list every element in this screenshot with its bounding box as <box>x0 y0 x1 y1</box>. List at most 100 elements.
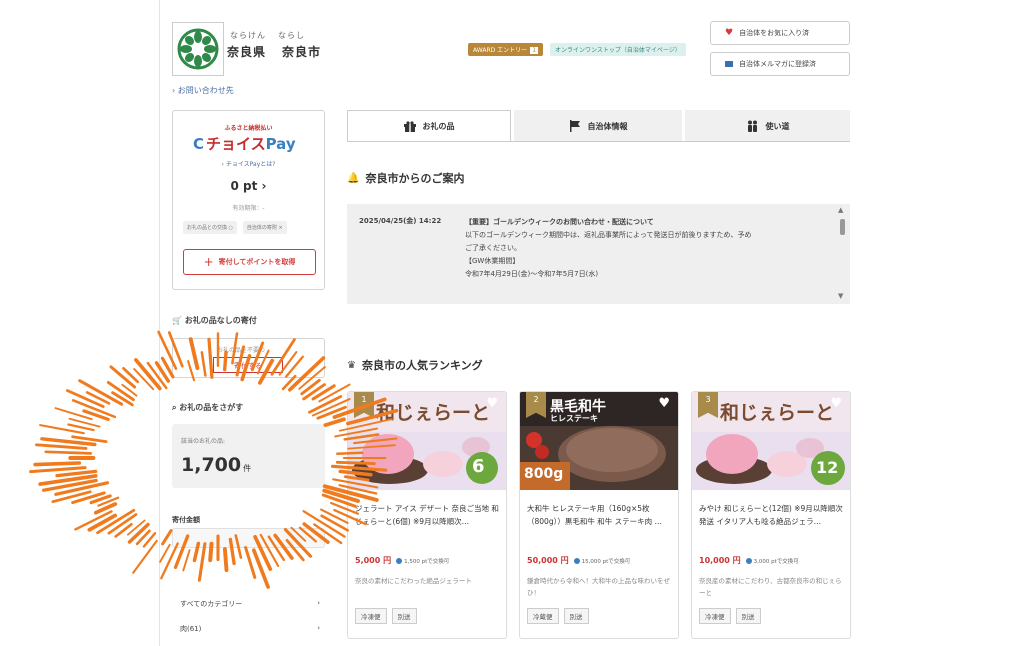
category-row-meat[interactable]: 肉(61) › <box>180 624 320 634</box>
ranking-product-card[interactable]: 黒毛和牛 ヒレステーキ 800g 2 ♥ 大和牛 ヒレステーキ用（160g×5枚… <box>519 391 679 639</box>
burst-ray <box>71 435 108 444</box>
contact-link-label: お問い合わせ先 <box>177 86 234 95</box>
points-exchange: 1,500 ptで交換可 <box>396 557 449 565</box>
category-label: 肉(61) <box>180 625 202 633</box>
product-image[interactable]: 和じぇらーと 12 3 ♥ <box>692 392 850 490</box>
burst-ray <box>146 361 168 390</box>
price-value: 5,000 円 <box>355 556 392 565</box>
points-balance[interactable]: 0 pt › <box>173 179 324 193</box>
product-price: 10,000 円 3,000 ptで交換可 <box>699 555 799 566</box>
city-name: 奈良市 <box>282 45 322 59</box>
city-ruby: ならし <box>278 31 305 40</box>
burst-ray <box>38 474 98 486</box>
choice-pay-card: ふるさと納税払い C チョイスPay › チョイスPayとは? 0 pt › 有効… <box>172 110 325 290</box>
notice-line: 以下のゴールデンウィーク期間中は、返礼品事業所によって発送日が前後りますため、予… <box>465 231 752 239</box>
shipping-tag: 別送 <box>391 608 417 624</box>
award-number: 1 <box>530 47 539 54</box>
shipping-tag: 別送 <box>563 608 589 624</box>
cart-icon: 🛒 <box>172 316 182 325</box>
search-icon: ⌕ <box>172 403 177 412</box>
burst-ray <box>132 539 158 574</box>
product-image[interactable]: 和じぇらーと 6 1 ♥ <box>348 392 506 490</box>
burst-ray <box>40 437 97 447</box>
tab-usage[interactable]: 使い道 <box>685 110 850 142</box>
price-value: 10,000 円 <box>699 556 741 565</box>
burst-ray <box>65 389 105 408</box>
newsletter-button[interactable]: 自治体メルマガに登録済 <box>710 52 850 76</box>
points-exchange-text: 3,000 ptで交換可 <box>753 558 799 565</box>
product-price: 50,000 円 15,000 ptで交換可 <box>527 555 630 566</box>
onestop-badge[interactable]: オンラインワンストップ（自治体マイページ） <box>550 43 686 56</box>
notice-title[interactable]: 【重要】ゴールデンウィークのお問い合わせ・配送について <box>465 216 835 229</box>
category-row-all[interactable]: すべてのカテゴリー › <box>180 599 320 609</box>
ranking-heading: ♛ 奈良市の人気ランキング <box>347 357 483 373</box>
pay-logo-pay: Pay <box>265 135 296 153</box>
favorite-heart-icon[interactable]: ♥ <box>830 396 842 411</box>
what-is-pay-label: チョイスPayとは? <box>225 161 276 168</box>
favorite-municipality-button[interactable]: ♥ 自治体をお気に入り済 <box>710 21 850 45</box>
exchange-gift-chip: お礼の品との交換 ○ <box>183 221 237 234</box>
burst-ray <box>134 358 162 391</box>
burst-ray <box>133 368 155 391</box>
chevron-right-icon: › <box>317 624 320 632</box>
points-exchange: 3,000 ptで交換可 <box>745 557 799 565</box>
gift-count-label: 該当のお礼の品: <box>181 438 226 445</box>
no-gift-box-text: お礼の品を不要の <box>217 347 266 354</box>
product-title[interactable]: ジェラート アイス デザート 奈良ご当地 和じぇらーと(6個) ※9月以降順次… <box>355 502 501 528</box>
no-gift-donate-button[interactable]: 寄付する <box>213 357 283 373</box>
notice-scrollbar-thumb[interactable] <box>840 219 845 235</box>
burst-ray <box>71 491 106 505</box>
burst-ray <box>318 383 351 403</box>
price-value: 50,000 円 <box>527 556 569 565</box>
award-label: AWARD エントリー <box>473 47 528 54</box>
favorite-heart-icon[interactable]: ♥ <box>486 396 498 411</box>
burst-ray <box>68 417 101 428</box>
gift-count-box: 該当のお礼の品: 1,700 件 <box>172 424 325 488</box>
donate-get-points-button[interactable]: + 寄付してポイントを取得 <box>183 249 316 275</box>
shipping-tag: 冷凍便 <box>355 608 387 624</box>
scroll-down-arrow-icon[interactable]: ▼ <box>838 292 843 300</box>
product-image-count: 6 <box>472 456 485 477</box>
burst-ray <box>33 461 82 467</box>
points-exchange-text: 15,000 ptで交換可 <box>581 558 631 565</box>
burst-ray <box>78 379 124 406</box>
notice-line: 令和7年4月29日(金)～令和7年5月7日(水) <box>465 270 599 278</box>
product-title[interactable]: みやけ 和じぇらーと(12個) ※9月以降順次発送 イタリア人も唸る絶品ジェラ… <box>699 502 845 528</box>
burst-ray <box>106 380 135 402</box>
ranking-product-card[interactable]: 和じぇらーと 12 3 ♥ みやけ 和じぇらーと(12個) ※9月以降順次発送 … <box>691 391 851 639</box>
what-is-pay-link[interactable]: › チョイスPayとは? <box>173 159 324 168</box>
notice-body: 【重要】ゴールデンウィークのお問い合わせ・配送について 以下のゴールデンウィーク… <box>465 216 835 281</box>
burst-ray <box>222 547 229 573</box>
burst-ray <box>197 542 207 582</box>
product-title[interactable]: 大和牛 ヒレステーキ用（160g×5枚（800g））黒毛和牛 和牛 ステーキ肉 … <box>527 502 673 528</box>
burst-ray <box>29 466 87 474</box>
burst-ray <box>320 514 350 532</box>
burst-ray <box>122 366 140 384</box>
point-coin-icon <box>745 557 752 564</box>
favorite-heart-icon[interactable]: ♥ <box>658 396 670 411</box>
award-badge[interactable]: AWARD エントリー 1 <box>468 43 544 56</box>
notice-line: 【GW休業期間】 <box>465 257 520 265</box>
prefecture-name: 奈良県 <box>227 45 267 59</box>
donation-amount-heading: 寄付金額 <box>172 516 200 524</box>
notice-panel[interactable]: 2025/04/25(金) 14:22 【重要】ゴールデンウィークのお問い合わせ… <box>347 204 850 304</box>
burst-ray <box>71 399 117 419</box>
burst-ray <box>302 383 326 401</box>
product-image-subtitle: ヒレステーキ <box>550 414 598 423</box>
burst-ray <box>159 543 171 563</box>
product-image-weight: 800g <box>524 466 564 482</box>
product-image[interactable]: 黒毛和牛 ヒレステーキ 800g 2 ♥ <box>520 392 678 490</box>
no-gift-donation-box: お礼の品を不要の 寄付する <box>172 338 325 378</box>
burst-ray <box>114 522 133 538</box>
burst-ray <box>93 502 118 515</box>
donation-amount-filter[interactable] <box>172 528 325 548</box>
scroll-up-arrow-icon[interactable]: ▲ <box>838 206 843 214</box>
tab-municipality-info[interactable]: 自治体情報 <box>514 110 682 142</box>
newsletter-button-label: 自治体メルマガに登録済 <box>739 60 816 68</box>
contact-link[interactable]: › お問い合わせ先 <box>172 85 234 96</box>
points-exchange: 15,000 ptで交換可 <box>573 557 631 565</box>
burst-ray <box>41 478 98 492</box>
bell-icon: 🔔 <box>347 172 360 184</box>
ranking-product-card[interactable]: 和じぇらーと 6 1 ♥ ジェラート アイス デザート 奈良ご当地 和じぇらーと… <box>347 391 507 639</box>
tab-gifts[interactable]: お礼の品 <box>347 110 511 142</box>
